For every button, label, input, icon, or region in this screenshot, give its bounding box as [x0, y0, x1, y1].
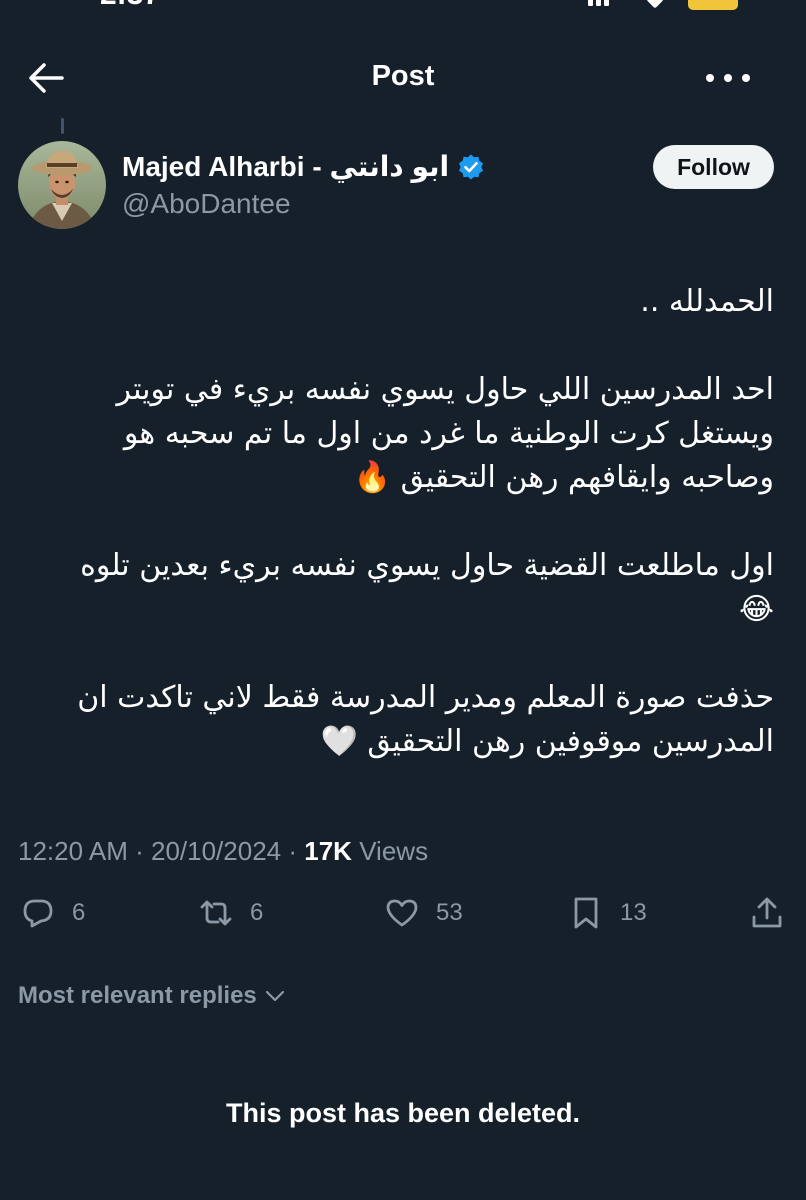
post-text: الحمدلله .. احد المدرسين اللي حاول يسوي … [20, 280, 774, 764]
top-bar: Post [0, 48, 806, 108]
post-date: 20/10/2024 [150, 836, 282, 866]
status-time: 2:37 [100, 0, 160, 12]
views-label: Views [359, 836, 429, 866]
author-handle[interactable]: @AboDantee [122, 188, 291, 220]
avatar[interactable] [18, 141, 106, 229]
more-icon-dot [724, 74, 732, 82]
repost-icon [200, 900, 232, 926]
repost-count: 6 [250, 899, 264, 926]
battery-icon [688, 0, 738, 10]
reply-button[interactable]: 6 [20, 895, 85, 931]
like-button[interactable]: 53 [384, 895, 463, 931]
post-text-line: احد المدرسين اللي حاول يسوي نفسه بريء في… [116, 372, 774, 407]
reply-count: 6 [72, 899, 86, 926]
views-count[interactable]: 17K [304, 836, 352, 866]
chevron-down-icon [265, 990, 284, 1002]
bookmark-count: 13 [620, 899, 647, 926]
like-count: 53 [436, 899, 463, 926]
status-bar: 2:37 [0, 0, 806, 12]
bookmark-button[interactable]: 13 [568, 895, 647, 931]
post-text-line: الحمدلله .. [640, 284, 774, 319]
signal-icon [588, 0, 616, 6]
replies-sort-dropdown[interactable]: Most relevant replies [18, 982, 287, 1010]
more-icon-dot [706, 74, 714, 82]
post-text-line: اول ماطلعت القضية حاول يسوي نفسه بريء بع… [80, 548, 774, 583]
more-icon-dot [742, 74, 750, 82]
author-name-row[interactable]: Majed Alharbi - ابو دانتي [122, 150, 485, 183]
post-text-line: ويستغل كرت الوطنية ما غرد من اول ما تم س… [123, 416, 774, 451]
share-button[interactable] [749, 895, 785, 931]
post-text-line: حذفت صورة المعلم ومدير المدرسة فقط لاني … [77, 680, 774, 715]
replies-sort-label: Most relevant replies [18, 982, 257, 1009]
thread-connector-line [61, 118, 64, 134]
verified-badge-icon [459, 154, 484, 179]
reply-icon [23, 899, 53, 928]
post-actions-bar: 6 6 53 13 [0, 895, 806, 941]
avatar-image [18, 141, 106, 229]
post-time: 12:20 AM [18, 836, 128, 866]
post-text-line: المدرسين موقوفين رهن التحقيق 🤍 [320, 724, 774, 759]
post-text-line: وصاحبه وايقافهم رهن التحقيق 🔥 [353, 460, 774, 495]
meta-separator: · [135, 836, 151, 866]
page-title: Post [371, 60, 435, 92]
repost-button[interactable]: 6 [198, 895, 263, 931]
more-options-button[interactable] [706, 60, 750, 96]
post-meta: 12:20 AM · 20/10/2024 · 17K Views [18, 836, 428, 867]
follow-button[interactable]: Follow [653, 145, 774, 189]
deleted-post-notice: This post has been deleted. [225, 1098, 581, 1128]
wifi-icon [646, 0, 664, 9]
author-display-name[interactable]: Majed Alharbi - ابو دانتي [122, 150, 449, 183]
like-icon [386, 899, 418, 927]
post-text-line: 😂 [738, 592, 774, 627]
meta-separator: · [288, 836, 305, 866]
bookmark-icon [574, 897, 598, 929]
share-icon [752, 897, 782, 928]
